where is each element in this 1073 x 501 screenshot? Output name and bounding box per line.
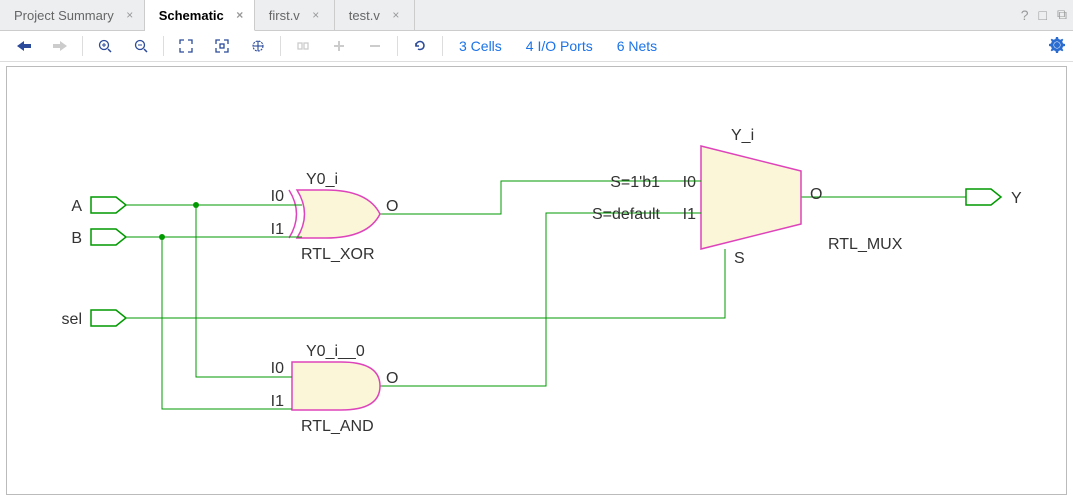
tab-label: Project Summary	[14, 0, 114, 31]
gate-xor[interactable]: Y0_i RTL_XOR I0 I1 O	[271, 171, 399, 263]
schematic-canvas-area: A B sel Y	[0, 62, 1073, 501]
forward-button[interactable]	[44, 34, 76, 58]
close-icon[interactable]: ×	[390, 0, 402, 31]
collapse-button[interactable]	[287, 34, 319, 58]
port-Y[interactable]: Y	[966, 189, 1022, 207]
port-B[interactable]: B	[71, 229, 126, 247]
gate-type: RTL_AND	[301, 418, 374, 435]
tab-first-v[interactable]: first.v ×	[255, 0, 335, 31]
pin-label: I1	[271, 393, 284, 410]
tab-label: first.v	[269, 0, 300, 31]
back-button[interactable]	[8, 34, 40, 58]
zoom-out-button[interactable]	[125, 34, 157, 58]
zoom-in-button[interactable]	[89, 34, 121, 58]
gate-inst: Y0_i	[306, 171, 338, 188]
nets-link[interactable]: 6 Nets	[607, 38, 667, 54]
pin-label: I0	[271, 360, 284, 377]
pin-label: I1	[683, 206, 696, 223]
port-label: B	[71, 230, 82, 247]
ports-link[interactable]: 4 I/O Ports	[516, 38, 603, 54]
remove-button[interactable]	[359, 34, 391, 58]
pin-label: I1	[271, 221, 284, 238]
mux-case-label: S=1'b1	[610, 174, 660, 191]
pin-label: I0	[271, 188, 284, 205]
tab-schematic[interactable]: Schematic ×	[145, 0, 255, 31]
auto-fit-button[interactable]	[242, 34, 274, 58]
cells-link[interactable]: 3 Cells	[449, 38, 512, 54]
pin-label: O	[386, 370, 398, 387]
add-button[interactable]	[323, 34, 355, 58]
tab-test-v[interactable]: test.v ×	[335, 0, 415, 31]
tab-project-summary[interactable]: Project Summary ×	[0, 0, 145, 31]
gate-type: RTL_MUX	[828, 236, 903, 253]
tab-label: Schematic	[159, 0, 224, 31]
port-A[interactable]: A	[71, 197, 126, 215]
pin-label: O	[386, 198, 398, 215]
zoom-fit-button[interactable]	[170, 34, 202, 58]
window-controls: ? □ ⧉	[1021, 6, 1067, 23]
mux-case-label: S=default	[592, 206, 661, 223]
close-icon[interactable]: ×	[310, 0, 322, 31]
pin-label: I0	[683, 174, 696, 191]
gate-inst: Y0_i__0	[306, 343, 365, 360]
tab-label: test.v	[349, 0, 380, 31]
pin-label: S	[734, 250, 745, 267]
regenerate-button[interactable]	[404, 34, 436, 58]
port-label: Y	[1011, 190, 1022, 207]
close-icon[interactable]: ×	[234, 0, 246, 31]
popout-icon[interactable]: ⧉	[1057, 6, 1067, 23]
pin-label: O	[810, 186, 822, 203]
settings-button[interactable]	[1049, 37, 1065, 56]
port-label: A	[71, 198, 82, 215]
gate-and[interactable]: Y0_i__0 RTL_AND I0 I1 O	[271, 343, 399, 435]
schematic-canvas[interactable]: A B sel Y	[6, 66, 1066, 494]
toolbar: 3 Cells 4 I/O Ports 6 Nets	[0, 31, 1073, 62]
port-label: sel	[62, 311, 82, 328]
tab-bar: Project Summary × Schematic × first.v × …	[0, 0, 1073, 31]
gate-type: RTL_XOR	[301, 246, 375, 263]
close-icon[interactable]: ×	[124, 0, 136, 31]
zoom-area-button[interactable]	[206, 34, 238, 58]
maximize-icon[interactable]: □	[1039, 7, 1047, 23]
gate-inst: Y_i	[731, 127, 754, 144]
help-icon[interactable]: ?	[1021, 7, 1029, 23]
port-sel[interactable]: sel	[62, 310, 126, 328]
